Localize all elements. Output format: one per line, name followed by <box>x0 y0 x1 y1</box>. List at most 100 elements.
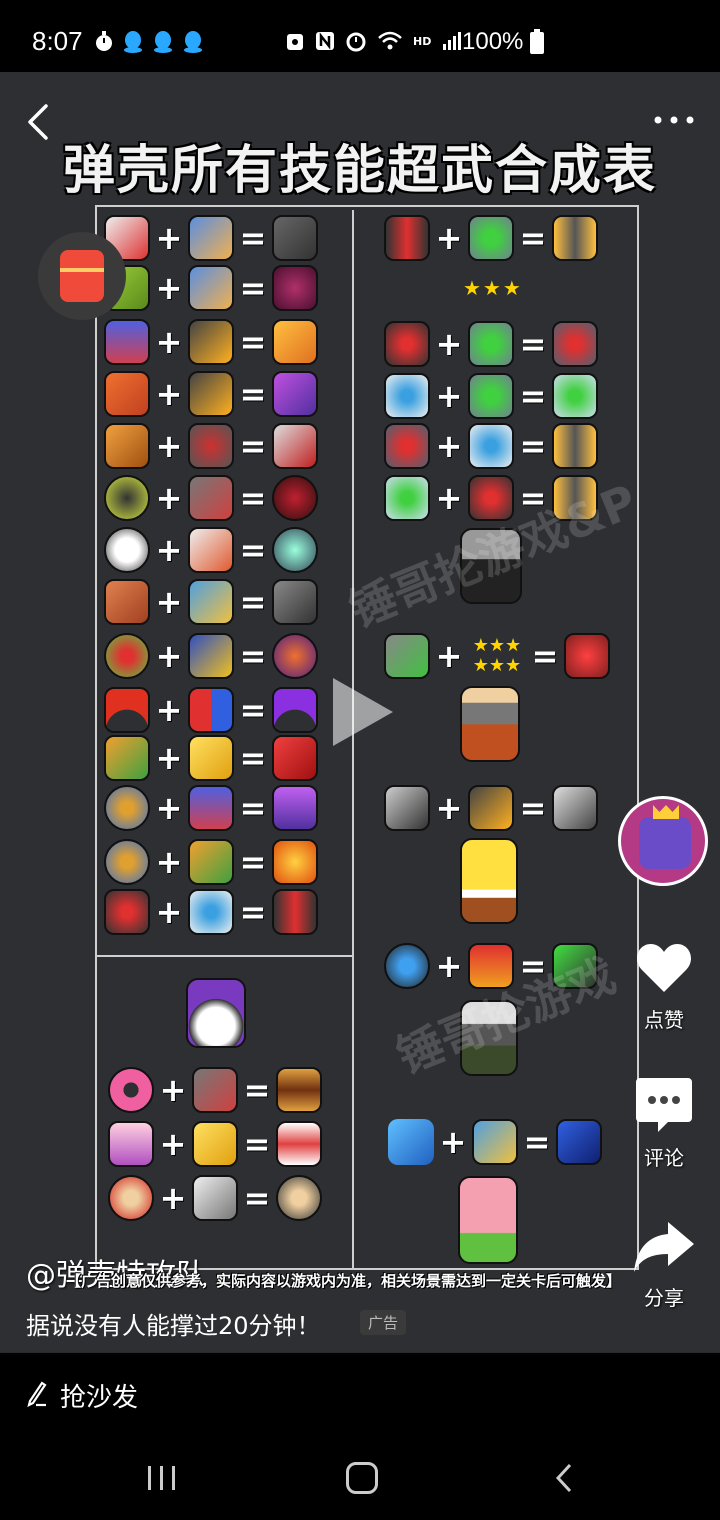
like-button[interactable]: 点赞 <box>624 940 704 1033</box>
plus-sign: + <box>159 1125 187 1163</box>
energy-cell-icon <box>272 319 318 365</box>
ammo-clip-icon <box>188 371 234 417</box>
fuel-bottle-icon <box>188 265 234 311</box>
battery-percent: 100% <box>462 28 524 55</box>
white-drone-icon <box>188 889 234 935</box>
red-packet-ribbon <box>60 268 104 272</box>
plus-sign: + <box>159 1179 187 1217</box>
ad-badge: 广告 <box>360 1310 407 1335</box>
red-boomerang-icon <box>104 687 150 733</box>
white-drone-icon <box>384 373 430 419</box>
plus-sign: + <box>435 325 463 363</box>
alarm-icon <box>346 32 366 52</box>
joystick-icon <box>104 371 150 417</box>
avatar-character <box>639 817 691 869</box>
recipe-row-r6: + ★★★ ★★★ = <box>384 632 610 680</box>
recipe-row-9: + = <box>104 632 318 680</box>
recipe-row-4: + = <box>104 370 318 418</box>
ammo-clip-icon <box>188 319 234 365</box>
plus-sign: + <box>435 219 463 257</box>
recipe-row-r2: + = <box>384 320 598 368</box>
equals-sign: = <box>239 269 267 307</box>
like-label: 点赞 <box>644 1008 684 1032</box>
red-radar-icon <box>564 633 610 679</box>
red-blade-icon <box>272 423 318 469</box>
brick-icon <box>104 579 150 625</box>
recipe-row-8: + = <box>104 578 318 626</box>
home-icon[interactable] <box>346 1462 378 1494</box>
comment-button[interactable]: 评论 <box>624 1074 704 1171</box>
battery-icon <box>530 29 544 54</box>
crown-icon <box>653 805 679 819</box>
play-icon[interactable] <box>333 678 393 746</box>
nfc-icon <box>316 32 334 50</box>
recent-apps-icon[interactable] <box>146 1464 178 1492</box>
qq-icon-2 <box>154 31 172 53</box>
red-eye-drone-icon <box>384 321 430 367</box>
spongebob-character-icon <box>460 838 518 924</box>
equals-sign: = <box>239 375 267 413</box>
recipe-row-10: + = <box>104 686 318 734</box>
equals-sign: = <box>239 691 267 729</box>
recipe-row-6: + = <box>104 474 318 522</box>
author-avatar[interactable] <box>618 796 708 886</box>
dark-daruma-icon <box>276 1175 322 1221</box>
status-system-icons: HD <box>285 30 463 52</box>
plus-sign: + <box>155 323 183 361</box>
twin-drone-icon <box>272 889 318 935</box>
qq-icon-3 <box>184 31 202 53</box>
recipe-row-17: + = <box>108 1174 322 1222</box>
fuel-bottle-icon <box>188 215 234 261</box>
equals-sign: = <box>531 637 559 675</box>
armor-ring-icon <box>188 423 234 469</box>
plus-sign: + <box>155 531 183 569</box>
molotov-icon <box>104 735 150 781</box>
robot-character-icon <box>460 686 520 762</box>
signal-icon <box>443 32 462 50</box>
wifi-icon <box>378 31 402 50</box>
status-bar: 8:07 HD 100% <box>0 0 720 72</box>
share-button[interactable]: 分享 <box>624 1218 704 1311</box>
plus-sign: + <box>435 947 463 985</box>
daruma-icon <box>108 1175 154 1221</box>
equals-sign: = <box>243 1071 271 1109</box>
plus-sign: + <box>435 637 463 675</box>
comment-bubble-icon <box>636 1078 692 1132</box>
plus-sign: + <box>155 479 183 517</box>
recipe-row-r7: + = <box>384 784 598 832</box>
equals-sign: = <box>239 843 267 881</box>
radar-device-icon <box>384 633 430 679</box>
twin-drone-icon <box>384 215 430 261</box>
fuel-canister-icon <box>272 735 318 781</box>
share-label: 分享 <box>644 1286 684 1310</box>
equals-sign: = <box>519 219 547 257</box>
purple-turret-icon <box>272 633 318 679</box>
green-disc-icon <box>104 633 150 679</box>
drill-icon <box>104 423 150 469</box>
plus-sign: + <box>155 269 183 307</box>
blue-gauntlet-icon <box>556 1119 602 1165</box>
plus-sign: + <box>159 1071 187 1109</box>
support-drone-icon <box>552 373 598 419</box>
magnet-icon <box>188 687 234 733</box>
recipe-row-r4: + = <box>384 422 598 470</box>
comment-label: 评论 <box>644 1146 684 1170</box>
equals-sign: = <box>239 219 267 257</box>
repair-drone-icon <box>468 373 514 419</box>
combat-drone-icon <box>552 321 598 367</box>
energy-orb-icon <box>272 527 318 573</box>
shark-missile-icon <box>272 215 318 261</box>
map-icon <box>472 1119 518 1165</box>
comment-input-bar[interactable]: 抢沙发 <box>0 1352 720 1436</box>
molotov-icon <box>188 839 234 885</box>
plus-sign: + <box>155 219 183 257</box>
qq-icon <box>124 31 142 53</box>
red-packet-button[interactable] <box>38 232 126 320</box>
landmine-icon <box>104 785 150 831</box>
recipe-row-r1: + = <box>384 214 598 262</box>
plus-sign: + <box>155 789 183 827</box>
video-caption: 据说没有人能撑过20分钟！ <box>26 1312 321 1340</box>
spatula-icon <box>384 785 430 831</box>
back-nav-icon[interactable] <box>552 1462 576 1494</box>
six-stars: ★★★ ★★★ <box>472 635 522 676</box>
